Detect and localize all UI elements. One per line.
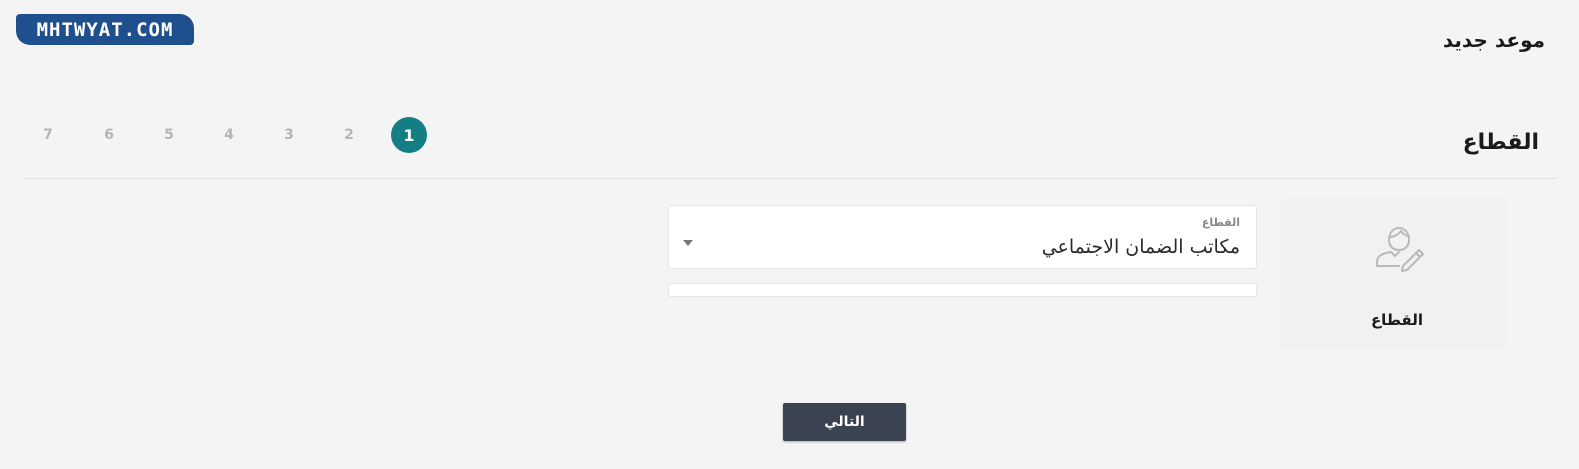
sector-select-value: مكاتب الضمان الاجتماعي [1041, 236, 1240, 258]
user-edit-icon [1369, 218, 1425, 274]
step-5[interactable]: 5 [151, 117, 187, 153]
stepper: 7 6 5 4 3 2 1 [30, 117, 440, 153]
section-title: القطاع [1462, 130, 1539, 155]
step-6[interactable]: 6 [91, 117, 127, 153]
step-2[interactable]: 2 [331, 117, 367, 153]
sector-select[interactable]: القطاع مكاتب الضمان الاجتماعي [668, 205, 1257, 269]
page-title: موعد جديد [1442, 28, 1545, 52]
site-logo: MHTWYAT.COM [16, 14, 194, 45]
sector-select-label: القطاع [1201, 216, 1240, 229]
step-7[interactable]: 7 [30, 117, 66, 153]
step-4[interactable]: 4 [211, 117, 247, 153]
sector-card[interactable]: القطاع [1281, 198, 1505, 348]
caret-down-icon [683, 240, 693, 246]
next-button[interactable]: التالي [783, 403, 906, 441]
sector-card-label: القطاع [1370, 311, 1423, 329]
section-divider [24, 178, 1557, 179]
secondary-field[interactable] [668, 283, 1257, 297]
step-3[interactable]: 3 [271, 117, 307, 153]
step-1-active[interactable]: 1 [391, 117, 427, 153]
